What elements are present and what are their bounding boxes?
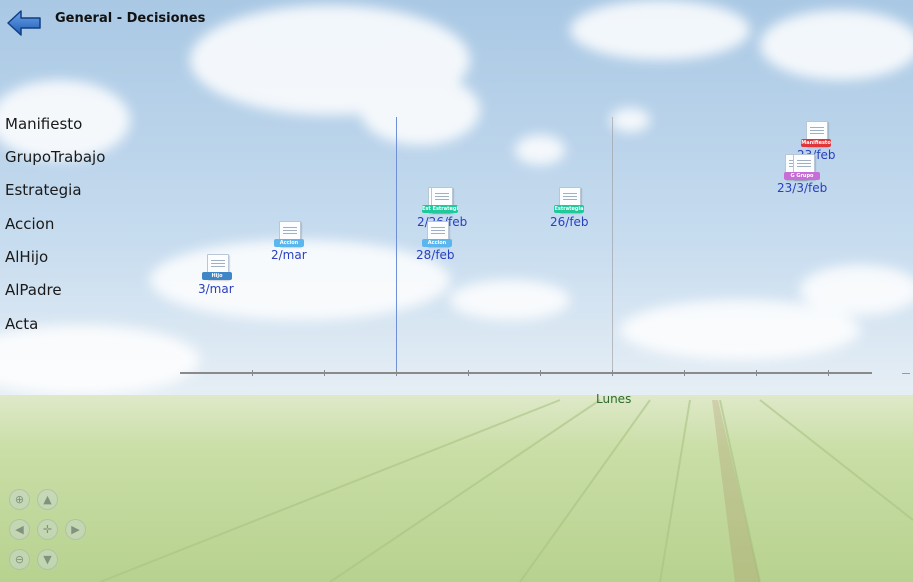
doc-badge: Estrategia (554, 205, 584, 213)
back-arrow-icon (7, 10, 41, 36)
item-date[interactable]: 23/3/feb (777, 181, 827, 195)
document-icon[interactable]: Estrategia (554, 187, 584, 217)
sky-field-background (0, 0, 913, 582)
item-date[interactable]: 26/feb (550, 215, 589, 229)
axis-label: Lunes (596, 392, 632, 406)
axis-tick (396, 370, 397, 376)
doc-badge: G Grupo (784, 172, 820, 180)
item-date[interactable]: 28/feb (416, 248, 455, 262)
axis-tick (324, 370, 325, 376)
current-date-marker (396, 117, 397, 374)
pan-left-button[interactable]: ◀ (9, 519, 30, 540)
pan-up-button[interactable]: ▲ (37, 489, 58, 510)
doc-badge: Accion (422, 239, 452, 247)
axis-tick (828, 370, 829, 376)
document-icon[interactable]: Manifiesto (801, 121, 831, 151)
axis-end-tick (902, 373, 910, 374)
zoom-out-icon[interactable]: ⊖ (9, 549, 30, 570)
item-date[interactable]: 2/mar (271, 248, 307, 262)
document-icon[interactable]: Accion (422, 221, 452, 251)
item-date[interactable]: 3/mar (198, 282, 234, 296)
center-button[interactable]: ✛ (37, 519, 58, 540)
axis-tick (252, 370, 253, 376)
doc-badge: Est Estrategia (422, 205, 458, 213)
doc-badge: Hijo (202, 272, 232, 280)
back-button[interactable] (6, 8, 42, 38)
axis-tick (540, 370, 541, 376)
axis-tick (468, 370, 469, 376)
row-label-accion: Accion (5, 215, 55, 233)
axis-tick (684, 370, 685, 376)
page-title: General - Decisiones (55, 11, 206, 26)
row-label-estrategia: Estrategia (5, 181, 82, 199)
zoom-in-icon[interactable]: ⊕ (9, 489, 30, 510)
row-label-manifiesto: Manifiesto (5, 115, 83, 133)
doc-badge: Accion (274, 239, 304, 247)
row-label-alpadre: AlPadre (5, 281, 62, 299)
document-icon[interactable]: G Grupo (784, 154, 820, 184)
row-label-acta: Acta (5, 315, 39, 333)
document-icon[interactable]: Accion (274, 221, 304, 251)
row-label-grupotrabajo: GrupoTrabajo (5, 148, 106, 166)
row-label-alhijo: AlHijo (5, 248, 49, 266)
week-marker (612, 117, 613, 374)
doc-badge: Manifiesto (801, 139, 831, 147)
pan-right-button[interactable]: ▶ (65, 519, 86, 540)
document-icon[interactable]: Est Estrategia (422, 187, 458, 217)
document-icon[interactable]: Hijo (202, 254, 232, 284)
pan-down-button[interactable]: ▼ (37, 549, 58, 570)
axis-tick (612, 370, 613, 376)
timeline-axis (180, 372, 872, 374)
axis-tick (756, 370, 757, 376)
